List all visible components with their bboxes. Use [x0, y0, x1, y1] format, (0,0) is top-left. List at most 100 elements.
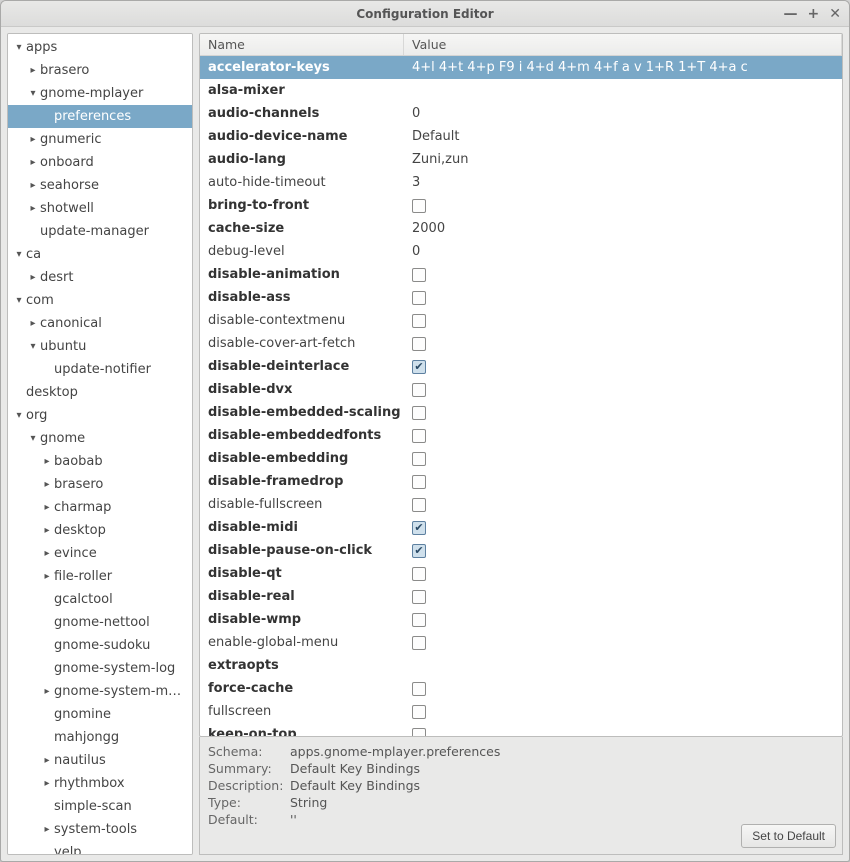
expander-icon[interactable]: ▸	[26, 203, 40, 214]
tree-item[interactable]: ▸brasero	[8, 473, 192, 496]
tree-item[interactable]: ▸nautilus	[8, 749, 192, 772]
key-value[interactable]	[404, 498, 842, 512]
checkbox[interactable]	[412, 452, 426, 466]
checkbox[interactable]	[412, 498, 426, 512]
key-value[interactable]	[404, 705, 842, 719]
key-value[interactable]	[404, 613, 842, 627]
checkbox[interactable]	[412, 314, 426, 328]
key-value[interactable]	[404, 383, 842, 397]
checkbox[interactable]	[412, 521, 426, 535]
tree-item[interactable]: ▾org	[8, 404, 192, 427]
expander-icon[interactable]: ▸	[40, 686, 54, 697]
set-to-default-button[interactable]: Set to Default	[741, 824, 836, 848]
tree-item[interactable]: gnomine	[8, 703, 192, 726]
expander-icon[interactable]: ▸	[40, 778, 54, 789]
key-row[interactable]: accelerator-keys4+l 4+t 4+p F9 i 4+d 4+m…	[200, 56, 842, 79]
tree-item[interactable]: ▾gnome-mplayer	[8, 82, 192, 105]
key-row[interactable]: disable-qt	[200, 562, 842, 585]
expander-icon[interactable]: ▸	[40, 824, 54, 835]
expander-icon[interactable]: ▾	[26, 88, 40, 99]
tree-item[interactable]: ▸charmap	[8, 496, 192, 519]
checkbox[interactable]	[412, 475, 426, 489]
checkbox[interactable]	[412, 360, 426, 374]
key-row[interactable]: alsa-mixer	[200, 79, 842, 102]
tree-item[interactable]: ▸rhythmbox	[8, 772, 192, 795]
key-value[interactable]	[404, 452, 842, 466]
tree-item[interactable]: ▸desktop	[8, 519, 192, 542]
key-row[interactable]: disable-contextmenu	[200, 309, 842, 332]
key-row[interactable]: disable-pause-on-click	[200, 539, 842, 562]
key-row[interactable]: debug-level0	[200, 240, 842, 263]
key-value[interactable]	[404, 406, 842, 420]
expander-icon[interactable]: ▸	[26, 157, 40, 168]
key-row[interactable]: disable-ass	[200, 286, 842, 309]
tree-item[interactable]: gcalctool	[8, 588, 192, 611]
key-row[interactable]: disable-real	[200, 585, 842, 608]
key-value[interactable]: Default	[404, 129, 842, 144]
key-row[interactable]: disable-embeddedfonts	[200, 424, 842, 447]
tree-item[interactable]: ▸gnome-system-monitor	[8, 680, 192, 703]
checkbox[interactable]	[412, 337, 426, 351]
key-value[interactable]	[404, 544, 842, 558]
key-value[interactable]	[404, 337, 842, 351]
checkbox[interactable]	[412, 406, 426, 420]
checkbox[interactable]	[412, 383, 426, 397]
key-value[interactable]	[404, 314, 842, 328]
tree-item[interactable]: preferences	[8, 105, 192, 128]
key-row[interactable]: disable-dvx	[200, 378, 842, 401]
key-row[interactable]: audio-device-nameDefault	[200, 125, 842, 148]
expander-icon[interactable]: ▸	[40, 479, 54, 490]
tree-item[interactable]: ▸brasero	[8, 59, 192, 82]
expander-icon[interactable]: ▾	[12, 42, 26, 53]
expander-icon[interactable]: ▾	[12, 410, 26, 421]
expander-icon[interactable]: ▸	[40, 548, 54, 559]
tree-item[interactable]: ▸system-tools	[8, 818, 192, 841]
key-value[interactable]	[404, 475, 842, 489]
tree-item[interactable]: simple-scan	[8, 795, 192, 818]
key-value[interactable]	[404, 728, 842, 737]
tree-item[interactable]: update-notifier	[8, 358, 192, 381]
tree-item[interactable]: ▾ubuntu	[8, 335, 192, 358]
key-row[interactable]: enable-global-menu	[200, 631, 842, 654]
key-row[interactable]: disable-animation	[200, 263, 842, 286]
key-row[interactable]: disable-wmp	[200, 608, 842, 631]
checkbox[interactable]	[412, 268, 426, 282]
key-row[interactable]: force-cache	[200, 677, 842, 700]
checkbox[interactable]	[412, 291, 426, 305]
key-value[interactable]	[404, 360, 842, 374]
key-value[interactable]	[404, 590, 842, 604]
expander-icon[interactable]: ▾	[26, 433, 40, 444]
expander-icon[interactable]: ▸	[40, 755, 54, 766]
close-button[interactable]: ✕	[829, 7, 841, 21]
checkbox[interactable]	[412, 199, 426, 213]
key-row[interactable]: disable-midi	[200, 516, 842, 539]
tree-item[interactable]: ▾com	[8, 289, 192, 312]
expander-icon[interactable]: ▸	[40, 571, 54, 582]
tree-item[interactable]: ▸onboard	[8, 151, 192, 174]
key-value[interactable]: 3	[404, 175, 842, 190]
expander-icon[interactable]: ▸	[26, 65, 40, 76]
key-row[interactable]: audio-langZuni,zun	[200, 148, 842, 171]
tree-item[interactable]: ▾ca	[8, 243, 192, 266]
key-row[interactable]: disable-embedding	[200, 447, 842, 470]
column-header-value[interactable]: Value	[404, 34, 842, 55]
tree-item[interactable]: ▸canonical	[8, 312, 192, 335]
tree-item[interactable]: ▸baobab	[8, 450, 192, 473]
tree-item[interactable]: mahjongg	[8, 726, 192, 749]
key-value[interactable]: 4+l 4+t 4+p F9 i 4+d 4+m 4+f a v 1+R 1+T…	[404, 60, 842, 75]
tree-item[interactable]: ▾gnome	[8, 427, 192, 450]
tree-item[interactable]: yelp	[8, 841, 192, 854]
tree-item[interactable]: gnome-nettool	[8, 611, 192, 634]
checkbox[interactable]	[412, 682, 426, 696]
maximize-button[interactable]: +	[808, 7, 820, 21]
key-row[interactable]: fullscreen	[200, 700, 842, 723]
titlebar[interactable]: Configuration Editor — + ✕	[1, 1, 849, 27]
key-value[interactable]	[404, 199, 842, 213]
key-value[interactable]	[404, 567, 842, 581]
expander-icon[interactable]: ▾	[26, 341, 40, 352]
checkbox[interactable]	[412, 705, 426, 719]
checkbox[interactable]	[412, 544, 426, 558]
key-value[interactable]	[404, 268, 842, 282]
minimize-button[interactable]: —	[784, 7, 798, 21]
expander-icon[interactable]: ▸	[26, 180, 40, 191]
